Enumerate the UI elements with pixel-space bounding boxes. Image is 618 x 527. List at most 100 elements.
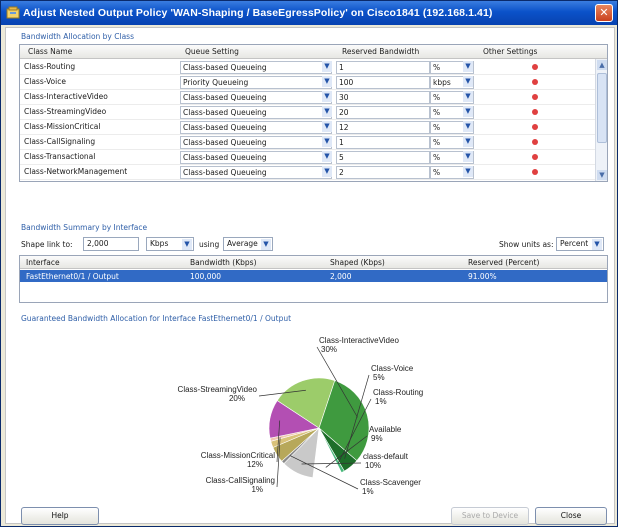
- reserved-value-input[interactable]: 30: [336, 91, 430, 104]
- pie-label: Class-InteractiveVideo 30%: [319, 336, 399, 354]
- other-settings-indicator[interactable]: [532, 94, 538, 100]
- pie-label-percent: 9%: [371, 434, 383, 443]
- pie-label-percent: 30%: [321, 345, 337, 354]
- reserved-value-input[interactable]: 100: [336, 76, 430, 89]
- queue-setting-select[interactable]: Priority Queueing: [180, 76, 332, 89]
- queue-setting-select[interactable]: Class-based Queueing: [180, 106, 332, 119]
- chevron-down-icon[interactable]: ▼: [322, 91, 332, 102]
- table-row[interactable]: Class-Transactional Class-based Queueing ▼…: [20, 150, 595, 165]
- chevron-down-icon[interactable]: ▼: [592, 239, 602, 250]
- class-name-cell: Class-Routing: [24, 62, 76, 71]
- scroll-down-icon[interactable]: ▼: [597, 170, 607, 180]
- reserved-value-input[interactable]: 2: [336, 166, 430, 179]
- col-bandwidth[interactable]: Bandwidth (Kbps): [190, 258, 257, 267]
- col-queue-setting[interactable]: Queue Setting: [185, 47, 239, 56]
- using-select[interactable]: Average ▼: [223, 237, 273, 251]
- reserved-value-input[interactable]: 20: [336, 106, 430, 119]
- chevron-down-icon[interactable]: ▼: [322, 166, 332, 177]
- pie-label-name: Class-CallSignaling: [206, 476, 275, 485]
- pie-label-percent: 1%: [375, 397, 387, 406]
- col-reserved-percent[interactable]: Reserved (Percent): [468, 258, 539, 267]
- chevron-down-icon[interactable]: ▼: [261, 239, 271, 250]
- chevron-down-icon[interactable]: ▼: [182, 239, 192, 250]
- chevron-down-icon[interactable]: ▼: [322, 76, 332, 87]
- row-reserved: 91.00%: [468, 272, 497, 281]
- queue-setting-select[interactable]: Class-based Queueing: [180, 136, 332, 149]
- other-settings-indicator[interactable]: [532, 109, 538, 115]
- reserved-value-input[interactable]: 1: [336, 61, 430, 74]
- chevron-down-icon[interactable]: ▼: [463, 106, 473, 117]
- row-bandwidth: 100,000: [190, 272, 222, 281]
- table-row[interactable]: Class-CallSignaling Class-based Queueing ▼…: [20, 135, 595, 150]
- table-row[interactable]: Class-Voice Priority Queueing ▼ 100 kbps ▼: [20, 75, 595, 90]
- table-row[interactable]: FastEthernet0/1 / Output 100,000 2,000 9…: [20, 270, 607, 282]
- table-row[interactable]: Class-StreamingVideo Class-based Queueing…: [20, 105, 595, 120]
- shape-unit-value: Kbps: [150, 239, 169, 248]
- chevron-down-icon[interactable]: ▼: [463, 136, 473, 147]
- chevron-down-icon[interactable]: ▼: [322, 106, 332, 117]
- class-name-cell: Class-Voice: [24, 77, 66, 86]
- other-settings-indicator[interactable]: [532, 139, 538, 145]
- queue-setting-select[interactable]: Class-based Queueing: [180, 121, 332, 134]
- chevron-down-icon[interactable]: ▼: [463, 151, 473, 162]
- pie-label-name: Class-Routing: [373, 388, 423, 397]
- units-label: Show units as:: [499, 240, 554, 249]
- scroll-up-icon[interactable]: ▲: [597, 60, 607, 70]
- pie-label-percent: 12%: [247, 460, 263, 469]
- other-settings-indicator[interactable]: [532, 154, 538, 160]
- shape-value-input[interactable]: 2,000: [83, 237, 139, 251]
- col-other-settings[interactable]: Other Settings: [483, 47, 537, 56]
- pie-label: Class-CallSignaling 1%: [206, 476, 275, 494]
- col-shaped[interactable]: Shaped (Kbps): [330, 258, 385, 267]
- reserved-value-input[interactable]: 1: [336, 136, 430, 149]
- allocation-scrollbar[interactable]: ▲ ▼: [595, 59, 607, 181]
- title-bar[interactable]: Adjust Nested Output Policy 'WAN-Shaping…: [1, 1, 617, 25]
- other-settings-indicator[interactable]: [532, 64, 538, 70]
- pie-label: Class-Scavenger 1%: [360, 478, 421, 496]
- other-settings-indicator[interactable]: [532, 79, 538, 85]
- shape-unit-select[interactable]: Kbps ▼: [146, 237, 194, 251]
- pie-label: Class-StreamingVideo 20%: [178, 385, 258, 403]
- col-class-name[interactable]: Class Name: [28, 47, 72, 56]
- pie-label-percent: 1%: [362, 487, 374, 496]
- chevron-down-icon[interactable]: ▼: [463, 61, 473, 72]
- table-row[interactable]: Class-NetworkManagement Class-based Queue…: [20, 165, 595, 180]
- queue-setting-select[interactable]: Class-based Queueing: [180, 61, 332, 74]
- chevron-down-icon[interactable]: ▼: [322, 136, 332, 147]
- other-settings-indicator[interactable]: [532, 124, 538, 130]
- col-reserved-bandwidth[interactable]: Reserved Bandwidth: [342, 47, 419, 56]
- reserved-value-input[interactable]: 12: [336, 121, 430, 134]
- pie-label-percent: 1%: [251, 485, 263, 494]
- queue-setting-select[interactable]: Class-based Queueing: [180, 91, 332, 104]
- pie-label-percent: 5%: [373, 373, 385, 382]
- pie-label-name: Class-MissionCritical: [201, 451, 275, 460]
- col-interface[interactable]: Interface: [26, 258, 60, 267]
- help-button[interactable]: Help: [21, 507, 99, 525]
- table-row[interactable]: Class-Routing Class-based Queueing ▼ 1% ▼: [20, 60, 595, 75]
- scroll-thumb[interactable]: [597, 73, 607, 143]
- units-select[interactable]: Percent ▼: [556, 237, 604, 251]
- table-row[interactable]: Class-MissionCritical Class-based Queuein…: [20, 120, 595, 135]
- close-window-button[interactable]: ✕: [595, 4, 613, 22]
- chevron-down-icon[interactable]: ▼: [322, 121, 332, 132]
- queue-setting-select[interactable]: Class-based Queueing: [180, 166, 332, 179]
- window-title: Adjust Nested Output Policy 'WAN-Shaping…: [23, 7, 493, 19]
- chevron-down-icon[interactable]: ▼: [463, 121, 473, 132]
- queue-setting-select[interactable]: Class-based Queueing: [180, 151, 332, 164]
- class-name-cell: Class-StreamingVideo: [24, 107, 107, 116]
- chevron-down-icon[interactable]: ▼: [463, 76, 473, 87]
- chevron-down-icon[interactable]: ▼: [322, 151, 332, 162]
- chevron-down-icon[interactable]: ▼: [322, 61, 332, 72]
- pie-label: Class-MissionCritical 12%: [201, 451, 275, 469]
- interface-table: Interface Bandwidth (Kbps) Shaped (Kbps)…: [19, 255, 608, 303]
- chevron-down-icon[interactable]: ▼: [463, 91, 473, 102]
- save-to-device-button[interactable]: Save to Device: [451, 507, 529, 525]
- other-settings-indicator[interactable]: [532, 169, 538, 175]
- close-button[interactable]: Close: [535, 507, 607, 525]
- pie-label-percent: 10%: [365, 461, 381, 470]
- reserved-value-input[interactable]: 5: [336, 151, 430, 164]
- table-row[interactable]: Class-InteractiveVideo Class-based Queuei…: [20, 90, 595, 105]
- pie-label-name: Class-StreamingVideo: [178, 385, 258, 394]
- class-name-cell: Class-NetworkManagement: [24, 167, 128, 176]
- chevron-down-icon[interactable]: ▼: [463, 166, 473, 177]
